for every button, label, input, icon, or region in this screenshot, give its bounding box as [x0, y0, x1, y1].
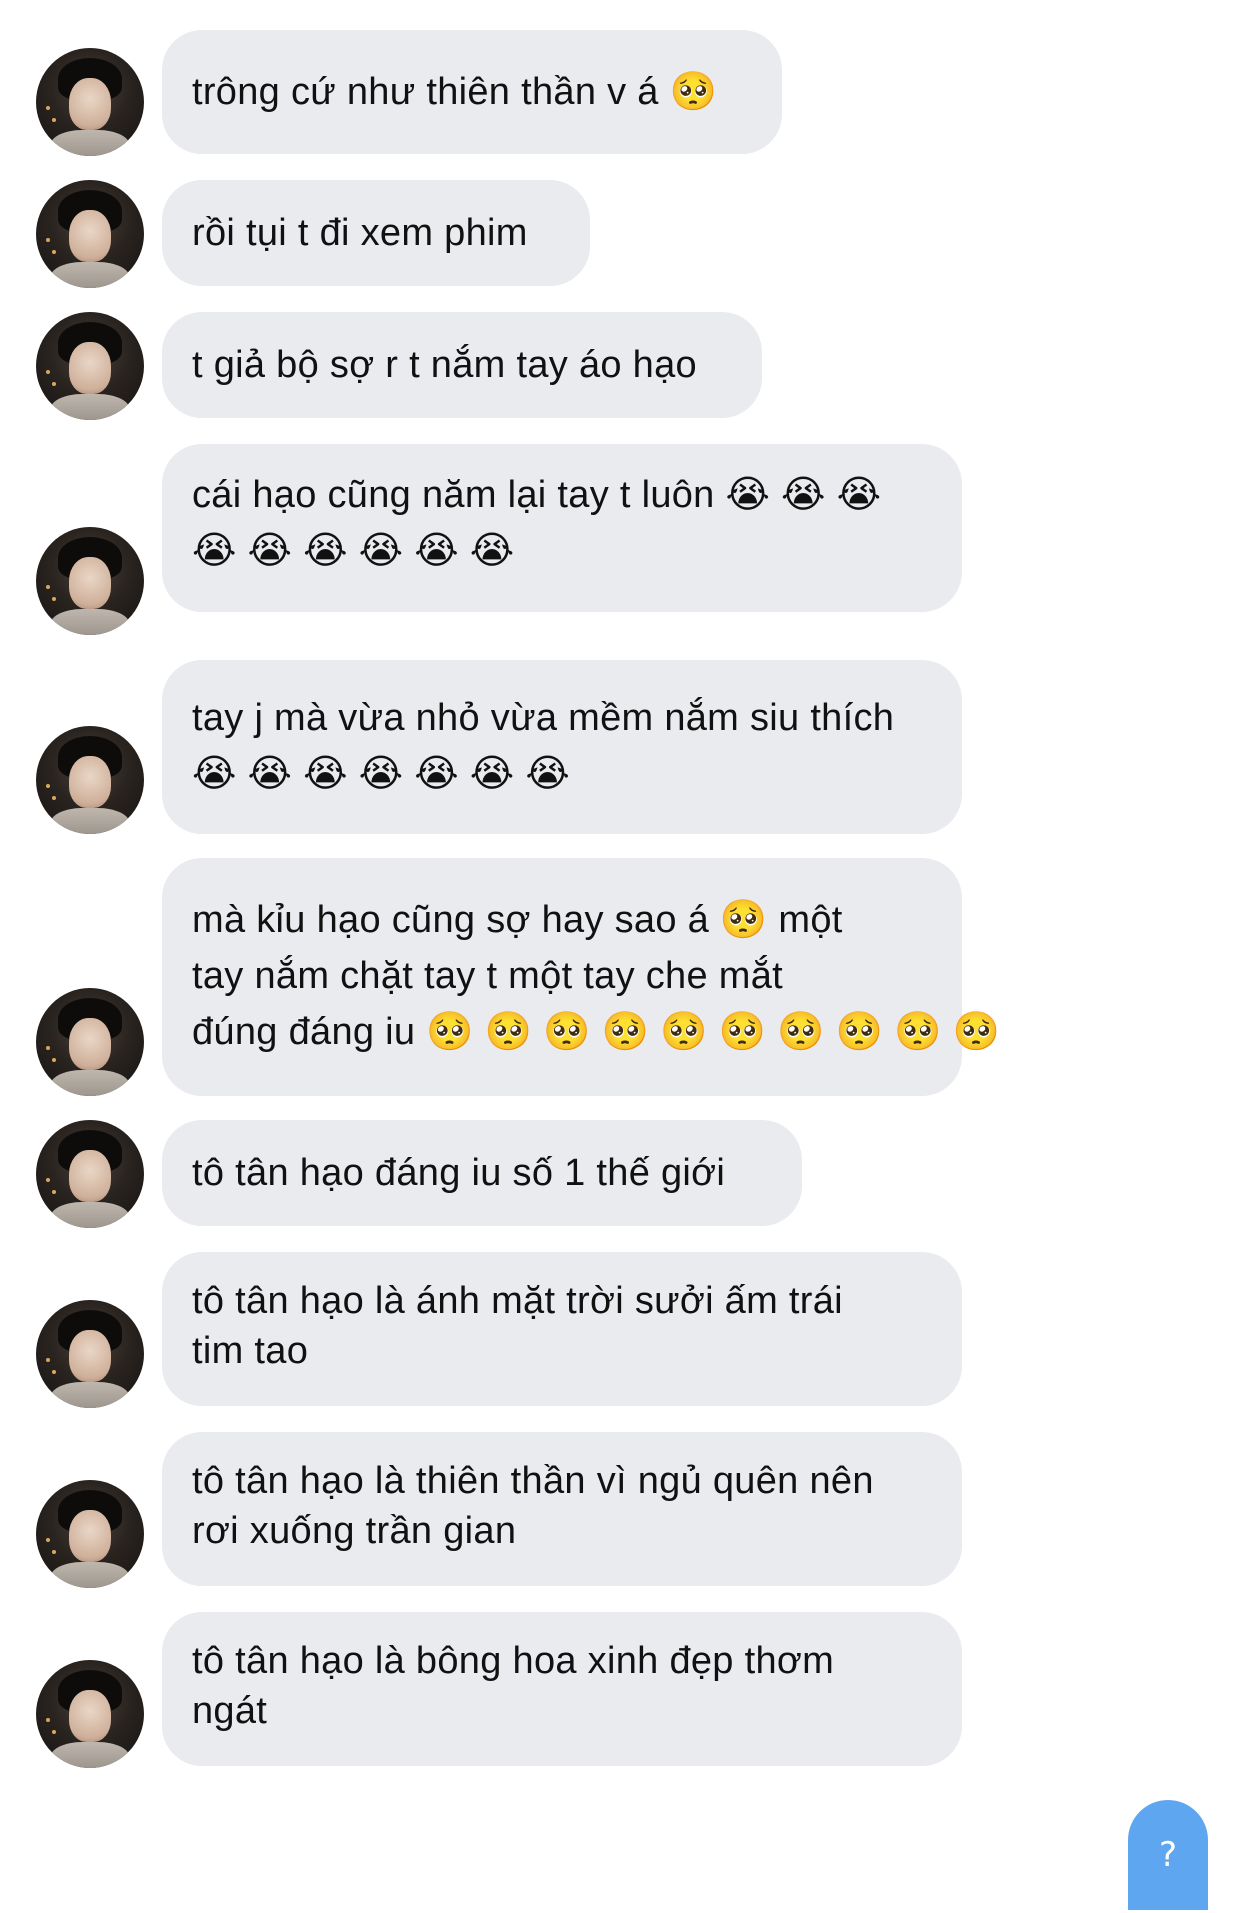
avatar[interactable] [36, 988, 144, 1096]
message-text: 😭 😭 😭 😭 😭 😭 [192, 530, 515, 572]
message-text: mà kỉu hạo cũng sợ hay sao á 🥺 một [192, 899, 843, 941]
avatar[interactable] [36, 312, 144, 420]
message-bubble: tô tân hạo là bông hoa xinh đẹp thơm ngá… [162, 1612, 962, 1766]
message-text: rồi tụi t đi xem phim [192, 212, 528, 254]
help-button[interactable]: ? [1128, 1800, 1208, 1910]
message-text: rơi xuống trần gian [192, 1510, 517, 1552]
avatar[interactable] [36, 726, 144, 834]
avatar[interactable] [36, 48, 144, 156]
message-text: tô tân hạo đáng iu số 1 thế giới [192, 1152, 726, 1194]
message-bubble: tô tân hạo là ánh mặt trời sưởi ấm trái … [162, 1252, 962, 1406]
message-text: 😭 😭 😭 😭 😭 😭 😭 [192, 753, 571, 795]
avatar[interactable] [36, 180, 144, 288]
message-bubble: trông cứ như thiên thần v á 🥺 [162, 30, 782, 154]
message-text: tim tao [192, 1330, 309, 1372]
message-bubble: t giả bộ sợ r t nắm tay áo hạo [162, 312, 762, 418]
avatar[interactable] [36, 1300, 144, 1408]
message-text: tô tân hạo là bông hoa xinh đẹp thơm [192, 1640, 835, 1682]
message-bubble: cái hạo cũng năm lại tay t luôn 😭 😭 😭 😭 … [162, 444, 962, 612]
message-text: tay j mà vừa nhỏ vừa mềm nắm siu thích [192, 697, 895, 739]
message-bubble: tô tân hạo đáng iu số 1 thế giới [162, 1120, 802, 1226]
message-bubble: mà kỉu hạo cũng sợ hay sao á 🥺 một tay n… [162, 858, 1001, 1096]
message-text: tô tân hạo là thiên thần vì ngủ quên nên [192, 1460, 874, 1502]
message-text: tô tân hạo là ánh mặt trời sưởi ấm trái [192, 1280, 843, 1322]
avatar[interactable] [36, 1120, 144, 1228]
message-text: tay nắm chặt tay t một tay che mắt [192, 955, 783, 997]
avatar[interactable] [36, 1480, 144, 1588]
avatar[interactable] [36, 1660, 144, 1768]
message-text: trông cứ như thiên thần v á 🥺 [192, 71, 718, 113]
message-text: đúng đáng iu 🥺 🥺 🥺 🥺 🥺 🥺 🥺 🥺 🥺 🥺 [192, 1011, 1001, 1053]
message-bubble: tay j mà vừa nhỏ vừa mềm nắm siu thích 😭… [162, 660, 962, 834]
message-bubble: tô tân hạo là thiên thần vì ngủ quên nên… [162, 1432, 962, 1586]
message-bubble: rồi tụi t đi xem phim [162, 180, 590, 286]
help-button-label: ? [1158, 1835, 1178, 1875]
avatar[interactable] [36, 527, 144, 635]
message-text: ngát [192, 1690, 268, 1732]
message-text: t giả bộ sợ r t nắm tay áo hạo [192, 344, 697, 386]
message-text: cái hạo cũng năm lại tay t luôn 😭 😭 😭 [192, 474, 882, 516]
